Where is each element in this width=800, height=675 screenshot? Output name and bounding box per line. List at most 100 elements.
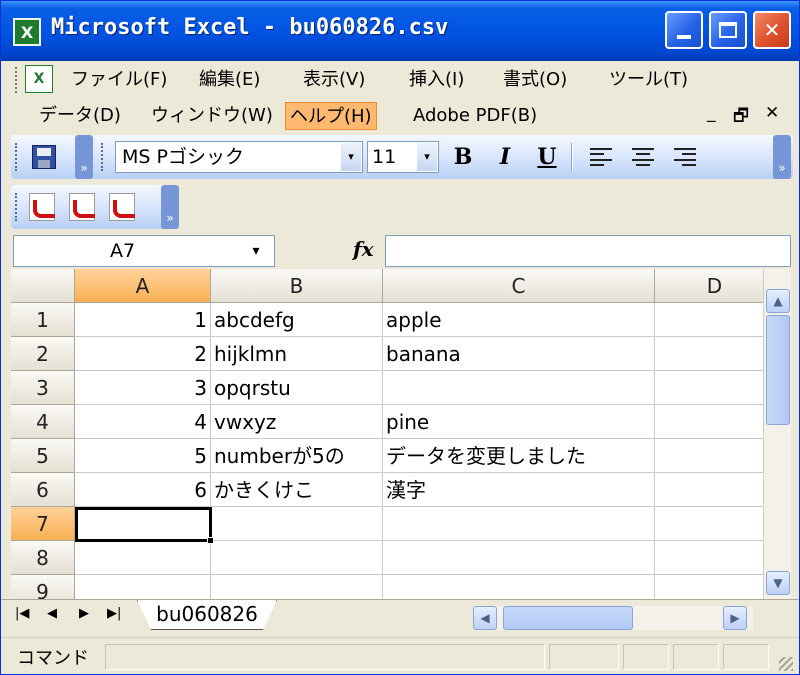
- cell-a-row-4[interactable]: 4: [75, 405, 211, 439]
- cell-b-row-4[interactable]: vwxyz: [211, 405, 383, 439]
- font-dropdown-arrow-icon[interactable]: ▾: [341, 143, 361, 171]
- active-cell-indicator[interactable]: [75, 507, 212, 542]
- row-header-8[interactable]: 8: [11, 541, 75, 575]
- menu-edit[interactable]: 編集(E): [195, 66, 264, 94]
- sheet-tab-bu060826[interactable]: bu060826: [137, 600, 277, 630]
- cell-b-row-8[interactable]: [211, 541, 383, 575]
- doc-close-icon[interactable]: ✕: [765, 103, 779, 123]
- pdf-toolbar-grip[interactable]: [15, 193, 19, 221]
- row-header-4[interactable]: 4: [11, 405, 75, 439]
- cell-b-row-6[interactable]: かきくけこ: [211, 473, 383, 507]
- cell-a-row-9[interactable]: [75, 575, 211, 599]
- cell-a-row-6[interactable]: 6: [75, 473, 211, 507]
- convert-to-pdf-button[interactable]: [27, 192, 57, 222]
- menu-tools[interactable]: ツール(T): [605, 66, 692, 94]
- row-header-5[interactable]: 5: [11, 439, 75, 473]
- font-name-select[interactable]: MS Pゴシック ▾: [115, 141, 363, 173]
- cell-b-row-7[interactable]: [211, 507, 383, 541]
- next-sheet-icon[interactable]: ▶: [79, 606, 89, 621]
- toolbar-overflow-chevron-icon[interactable]: »: [75, 135, 93, 179]
- font-size-select[interactable]: 11 ▾: [367, 141, 439, 173]
- row-header-9[interactable]: 9: [11, 575, 75, 599]
- scroll-left-arrow-icon[interactable]: ◀: [473, 606, 497, 630]
- menu-format[interactable]: 書式(O): [499, 66, 571, 94]
- cell-b-row-9[interactable]: [211, 575, 383, 599]
- menu-file[interactable]: ファイル(F): [67, 66, 171, 94]
- menu-adobe-pdf[interactable]: Adobe PDF(B): [409, 102, 541, 130]
- align-center-button[interactable]: [627, 142, 659, 172]
- cell-a-row-5[interactable]: 5: [75, 439, 211, 473]
- cell-d-row-5[interactable]: [655, 439, 763, 473]
- cell-b-row-5[interactable]: numberが5の: [211, 439, 383, 473]
- cell-c-row-7[interactable]: [383, 507, 655, 541]
- vertical-scroll-thumb[interactable]: [766, 315, 790, 425]
- bold-button[interactable]: B: [447, 142, 479, 172]
- italic-button[interactable]: I: [489, 142, 521, 172]
- cell-d-row-7[interactable]: [655, 507, 763, 541]
- close-button[interactable]: ✕: [753, 11, 791, 49]
- cell-d-row-8[interactable]: [655, 541, 763, 575]
- cell-c-row-5[interactable]: データを変更しました: [383, 439, 655, 473]
- cell-a-row-1[interactable]: 1: [75, 303, 211, 337]
- name-box[interactable]: A7 ▾: [13, 235, 275, 267]
- column-header-b[interactable]: B: [211, 269, 383, 303]
- cell-c-row-9[interactable]: [383, 575, 655, 599]
- menu-window[interactable]: ウィンドウ(W): [147, 102, 277, 130]
- menu-view[interactable]: 表示(V): [299, 66, 369, 94]
- underline-button[interactable]: U: [531, 142, 563, 172]
- last-sheet-icon[interactable]: ▶|: [107, 606, 121, 621]
- column-header-d[interactable]: D: [655, 269, 763, 303]
- toolbar-grip[interactable]: [15, 143, 19, 171]
- cell-d-row-4[interactable]: [655, 405, 763, 439]
- cell-a-row-8[interactable]: [75, 541, 211, 575]
- scroll-up-arrow-icon[interactable]: ▲: [766, 289, 790, 313]
- column-header-a[interactable]: A: [75, 269, 211, 303]
- cell-a-row-3[interactable]: 3: [75, 371, 211, 405]
- cell-d-row-9[interactable]: [655, 575, 763, 599]
- cell-d-row-6[interactable]: [655, 473, 763, 507]
- scroll-right-arrow-icon[interactable]: ▶: [723, 606, 747, 630]
- menu-insert[interactable]: 挿入(I): [405, 66, 468, 94]
- menu-data[interactable]: データ(D): [35, 102, 125, 130]
- scroll-down-arrow-icon[interactable]: ▼: [766, 571, 790, 595]
- horizontal-scrollbar[interactable]: ◀ ▶: [473, 606, 753, 630]
- cell-b-row-1[interactable]: abcdefg: [211, 303, 383, 337]
- minimize-button[interactable]: [665, 11, 703, 49]
- cell-d-row-1[interactable]: [655, 303, 763, 337]
- row-header-3[interactable]: 3: [11, 371, 75, 405]
- first-sheet-icon[interactable]: |◀: [15, 606, 29, 621]
- convert-and-email-button[interactable]: [67, 192, 97, 222]
- row-header-7[interactable]: 7: [11, 507, 75, 541]
- menu-help[interactable]: ヘルプ(H): [285, 102, 377, 130]
- previous-sheet-icon[interactable]: ◀: [47, 606, 57, 621]
- size-dropdown-arrow-icon[interactable]: ▾: [417, 143, 437, 171]
- cell-a-row-2[interactable]: 2: [75, 337, 211, 371]
- fill-handle[interactable]: [207, 537, 214, 544]
- row-header-1[interactable]: 1: [11, 303, 75, 337]
- toolbar-grip-2[interactable]: [101, 143, 105, 171]
- cell-c-row-8[interactable]: [383, 541, 655, 575]
- select-all-corner[interactable]: [11, 269, 75, 303]
- cell-c-row-1[interactable]: apple: [383, 303, 655, 337]
- doc-minimize-icon[interactable]: _: [707, 103, 716, 123]
- column-header-c[interactable]: C: [383, 269, 655, 303]
- resize-grip-icon[interactable]: [779, 657, 793, 671]
- name-box-dropdown-icon[interactable]: ▾: [242, 238, 270, 264]
- menu-grip[interactable]: [15, 67, 19, 93]
- formula-input[interactable]: [385, 235, 791, 267]
- cell-c-row-2[interactable]: banana: [383, 337, 655, 371]
- doc-restore-icon[interactable]: 🗗: [733, 103, 749, 132]
- align-right-button[interactable]: [669, 142, 701, 172]
- format-overflow-chevron-icon[interactable]: »: [773, 135, 791, 179]
- row-header-6[interactable]: 6: [11, 473, 75, 507]
- row-header-2[interactable]: 2: [11, 337, 75, 371]
- maximize-button[interactable]: [709, 11, 747, 49]
- cell-d-row-2[interactable]: [655, 337, 763, 371]
- vertical-scrollbar[interactable]: ▲ ▼: [763, 269, 791, 599]
- cell-b-row-2[interactable]: hijklmn: [211, 337, 383, 371]
- align-left-button[interactable]: [585, 142, 617, 172]
- cell-b-row-3[interactable]: opqrstu: [211, 371, 383, 405]
- excel-app-icon[interactable]: X: [13, 18, 41, 46]
- cell-c-row-6[interactable]: 漢字: [383, 473, 655, 507]
- cell-c-row-4[interactable]: pine: [383, 405, 655, 439]
